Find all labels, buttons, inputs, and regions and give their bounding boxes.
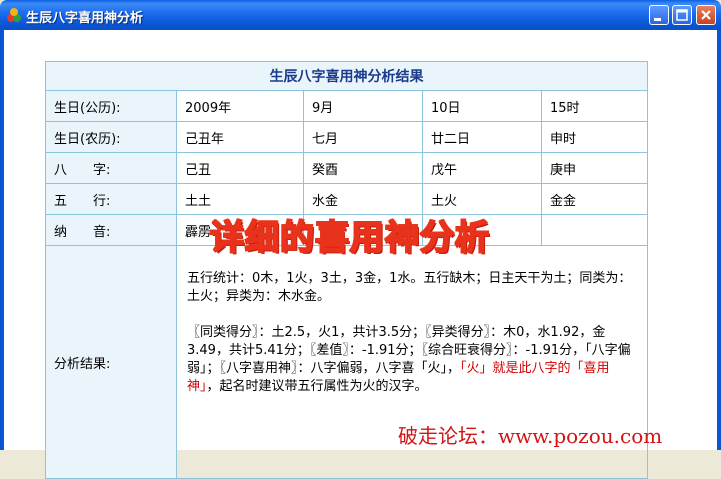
analysis-label: 分析结果:: [45, 245, 177, 479]
cell-value: 金金: [541, 183, 648, 215]
cell-value: 己丑年: [176, 121, 304, 153]
result-heading: 生辰八字喜用神分析结果: [45, 61, 648, 91]
cell-value: 戊午: [422, 152, 542, 184]
cell-value: [541, 214, 648, 246]
table-row: 生日(公历): 2009年 9月 10日 15时: [45, 90, 648, 122]
table-row: 八 字: 己丑 癸酉 戊午 庚申: [45, 152, 648, 184]
cell-value: 申时: [541, 121, 648, 153]
app-window: 生辰八字喜用神分析 生辰八字喜用神分析结果 生日(公历): 2009年 9月 1…: [0, 0, 721, 479]
minimize-icon: [654, 18, 661, 21]
analysis-paragraph-1: 五行统计：0木，1火，3土，3金，1水。五行缺木；日主天干为土；同类为：土火；异…: [187, 271, 632, 304]
cell-value: 9月: [303, 90, 423, 122]
table-row: 生日(农历): 己丑年 七月 廿二日 申时: [45, 121, 648, 153]
cell-value: 庚申: [541, 152, 648, 184]
row-label: 生日(农历):: [45, 121, 177, 153]
window-title: 生辰八字喜用神分析: [26, 11, 144, 26]
analysis-paragraph-2: 〖同类得分〗：土2.5，火1，共计3.5分；〖异类得分〗：木0，水1.92，金3…: [187, 324, 637, 396]
cell-value: 2009年: [176, 90, 304, 122]
maximize-button[interactable]: [672, 5, 692, 25]
cell-value: 癸酉: [303, 152, 423, 184]
result-table: 生辰八字喜用神分析结果 生日(公历): 2009年 9月 10日 15时 生日(…: [45, 61, 648, 479]
row-label: 五 行:: [45, 183, 177, 215]
promo-overlay-text: 详细的喜用神分析: [209, 217, 490, 259]
row-label: 生日(公历):: [45, 90, 177, 122]
cell-value: 七月: [303, 121, 423, 153]
cell-value: 15时: [541, 90, 648, 122]
maximize-icon: [676, 9, 688, 21]
title-bar[interactable]: 生辰八字喜用神分析: [0, 0, 721, 30]
close-button[interactable]: [696, 5, 716, 25]
forum-watermark: 破走论坛：www.pozou.com: [398, 424, 663, 448]
row-label: 纳 音:: [45, 214, 177, 246]
app-icon: [7, 8, 21, 22]
row-label: 八 字:: [45, 152, 177, 184]
close-icon: [701, 10, 711, 20]
cell-value: 廿二日: [422, 121, 542, 153]
minimize-button[interactable]: [649, 5, 669, 25]
cell-value: 10日: [422, 90, 542, 122]
analysis-text-part: ，起名时建议带五行属性为火的汉字。: [206, 379, 428, 394]
cell-value: 己丑: [176, 152, 304, 184]
